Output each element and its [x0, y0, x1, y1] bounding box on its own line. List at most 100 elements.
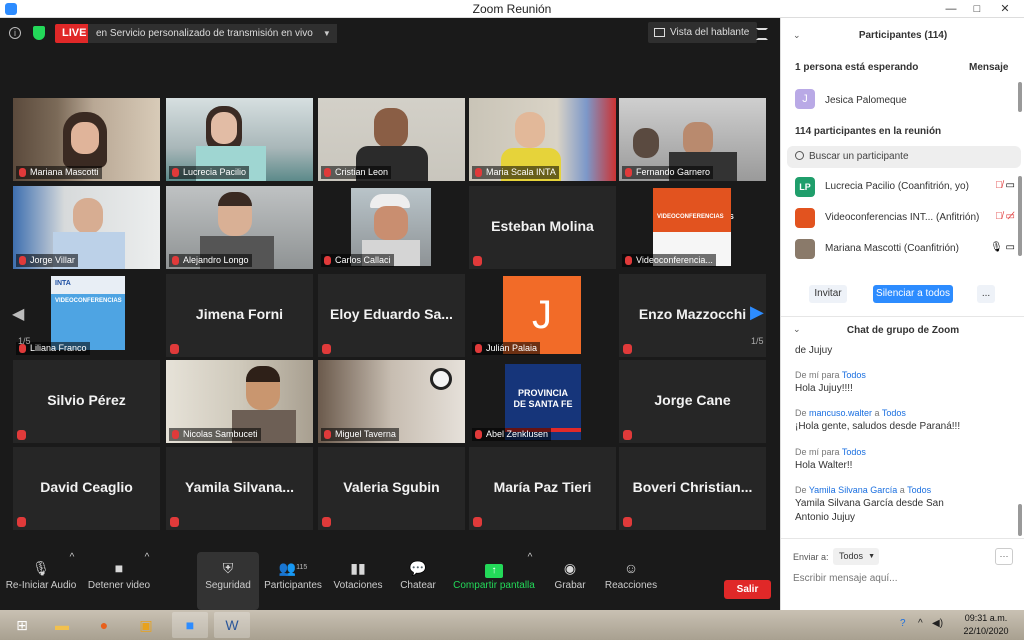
mic-muted-icon[interactable]: 🎙̸ — [995, 180, 1003, 191]
chat-message-meta: De mí para Todos — [795, 445, 1015, 459]
video-tile[interactable]: Eloy Eduardo Sa... — [318, 274, 465, 357]
video-tile[interactable]: Nicolas Sambuceti — [166, 360, 313, 443]
chat-recipient[interactable]: Todos — [882, 408, 906, 418]
chat-scrollbar[interactable] — [1018, 504, 1022, 536]
speaker-view-button[interactable]: Vista del hablante — [648, 22, 758, 43]
slide-heading: VIDEOCONFERENCIAS — [657, 214, 724, 220]
participant-name: Carlos Callaci — [321, 254, 394, 267]
shared-slide: INTA VIDEOCONFERENCIAS — [51, 276, 125, 350]
chat-more-button[interactable]: ··· — [995, 548, 1013, 565]
participants-button[interactable]: 👥115 Participantes — [262, 552, 324, 610]
video-tile[interactable]: J Julián Palaia — [469, 274, 616, 357]
volume-icon[interactable]: ◀) — [932, 618, 943, 629]
avatar — [795, 239, 815, 259]
participant-row-name: Videoconferencias INT... (Anfitrión) — [825, 212, 980, 223]
participant-row[interactable]: Mariana Mascotti (Coanfitrión) 🎙 ▭ — [795, 239, 1021, 259]
leave-button[interactable]: Salir — [724, 580, 771, 599]
info-icon[interactable]: i — [9, 27, 21, 39]
chat-button[interactable]: 💬 Chatear — [392, 552, 444, 610]
invite-button[interactable]: Invitar — [809, 285, 847, 303]
security-button[interactable]: ⛨ Seguridad — [197, 552, 259, 610]
chat-recipient[interactable]: Todos — [842, 370, 866, 380]
chat-message: De mí para Todos Hola Walter!! — [795, 445, 1015, 473]
video-tile[interactable]: Cristian Leon — [318, 98, 465, 181]
send-to-select[interactable]: Todos ▼ — [833, 548, 880, 565]
participant-row[interactable]: Videoconferencias INT... (Anfitrión) 🎙̸ … — [795, 208, 1021, 228]
video-tile[interactable]: VIDEOCONFERENCIAS VIDEOCONFERENCIAS Vide… — [619, 186, 766, 269]
participant-row[interactable]: LP Lucrecia Pacilio (Coanfitrión, yo) 🎙̸… — [795, 177, 1021, 197]
polls-button[interactable]: ▮▮ Votaciones — [330, 552, 386, 610]
file-explorer-icon[interactable]: ▬ — [44, 612, 80, 638]
outlook-icon[interactable]: ▣ — [128, 612, 164, 638]
close-window-button[interactable]: ✕ — [994, 0, 1016, 18]
participant-name: Alejandro Longo — [169, 254, 252, 267]
video-off-icon[interactable]: ▭̸ — [1006, 211, 1015, 222]
encryption-shield-icon[interactable] — [33, 26, 45, 40]
reactions-button[interactable]: ☺ Reacciones — [602, 552, 660, 610]
start-windows-icon[interactable]: ⊞ — [4, 612, 40, 638]
video-tile[interactable]: Mariana Mascotti — [13, 98, 160, 181]
more-options-button[interactable]: ... — [977, 285, 995, 303]
security-label: Seguridad — [205, 580, 251, 591]
help-icon[interactable]: ? — [900, 618, 906, 629]
chat-recipient[interactable]: Todos — [907, 485, 931, 495]
video-tile[interactable]: Valeria Sgubin — [318, 447, 465, 530]
chat-message-text: de Jujuy — [795, 345, 833, 356]
video-tile[interactable]: Carlos Callaci — [318, 186, 465, 269]
taskbar-clock[interactable]: 09:31 a.m. 22/10/2020 — [956, 612, 1016, 638]
people-icon: 👥115 — [278, 560, 308, 576]
fullscreen-icon[interactable] — [756, 28, 768, 40]
chat-sender[interactable]: mancuso.walter — [809, 408, 872, 418]
message-link[interactable]: Mensaje — [969, 62, 1008, 73]
video-tile[interactable]: Fernando Garnero — [619, 98, 766, 181]
video-options-chevron-icon[interactable]: ^ — [142, 552, 152, 610]
video-tile[interactable]: PROVINCIA DE SANTA FE Abel Zenklusen — [469, 360, 616, 443]
waiting-scrollbar[interactable] — [1018, 82, 1022, 112]
chat-bubble-icon: 💬 — [409, 560, 427, 576]
video-tile[interactable]: María Paz Tieri — [469, 447, 616, 530]
video-tile[interactable]: Lucrecia Pacilio — [166, 98, 313, 181]
video-tile[interactable]: INTA VIDEOCONFERENCIAS Liliana Franco — [13, 274, 160, 357]
minimize-button[interactable]: — — [940, 0, 962, 18]
share-options-chevron-icon[interactable]: ^ — [525, 552, 535, 610]
send-to-label: Enviar a: — [793, 552, 829, 562]
tray-chevron-icon[interactable]: ^ — [918, 618, 923, 629]
participant-name: Fernando Garnero — [622, 166, 714, 179]
waiting-person-name[interactable]: Jesica Palomeque — [825, 95, 907, 106]
maximize-button[interactable]: □ — [966, 0, 988, 18]
mute-all-button[interactable]: Silenciar a todos — [873, 285, 953, 303]
mic-muted-icon — [170, 517, 179, 527]
video-tile[interactable]: Silvio Pérez — [13, 360, 160, 443]
participant-search-input[interactable]: Buscar un participante — [787, 146, 1021, 168]
chat-message-meta: De Yamila Silvana García a Todos — [795, 483, 1015, 497]
video-tile[interactable]: Yamila Silvana... — [166, 447, 313, 530]
participants-scrollbar[interactable] — [1018, 176, 1022, 256]
zoom-taskbar-icon[interactable]: ■ — [172, 612, 208, 638]
video-tile[interactable]: David Ceaglio — [13, 447, 160, 530]
video-tile[interactable]: Jorge Villar — [13, 186, 160, 269]
chat-recipient[interactable]: Todos — [842, 447, 866, 457]
mic-icon[interactable]: 🎙 — [990, 242, 1003, 253]
video-tile[interactable]: Jorge Cane — [619, 360, 766, 443]
record-button[interactable]: ◉ Grabar — [546, 552, 594, 610]
live-service-dropdown[interactable]: en Servicio personalizado de transmisión… — [88, 24, 337, 43]
video-camera-icon[interactable]: ▭ — [1006, 242, 1015, 253]
audio-options-chevron-icon[interactable]: ^ — [67, 552, 77, 610]
video-tile[interactable]: Miguel Taverna — [318, 360, 465, 443]
firefox-icon[interactable]: ● — [86, 612, 122, 638]
video-tile[interactable]: Maria Scala INTA — [469, 98, 616, 181]
next-page-icon[interactable]: ▶ — [750, 302, 764, 323]
participant-row-name: Lucrecia Pacilio (Coanfitrión, yo) — [825, 181, 969, 192]
video-tile[interactable]: Alejandro Longo — [166, 186, 313, 269]
chat-sender[interactable]: Yamila Silvana García — [809, 485, 897, 495]
chat-message-input[interactable] — [793, 570, 1013, 586]
video-tile[interactable]: Jimena Forni — [166, 274, 313, 357]
video-tile[interactable]: Esteban Molina — [469, 186, 616, 269]
video-tile[interactable]: Enzo Mazzocchi — [619, 274, 766, 357]
word-icon[interactable]: W — [214, 612, 250, 638]
chat-message-meta: De mancuso.walter a Todos — [795, 406, 1015, 420]
previous-page-icon[interactable]: ◀ — [12, 304, 24, 324]
video-camera-icon[interactable]: ▭ — [1006, 180, 1015, 191]
video-tile[interactable]: Boveri Christian... — [619, 447, 766, 530]
mic-muted-icon[interactable]: 🎙̸ — [995, 211, 1003, 222]
